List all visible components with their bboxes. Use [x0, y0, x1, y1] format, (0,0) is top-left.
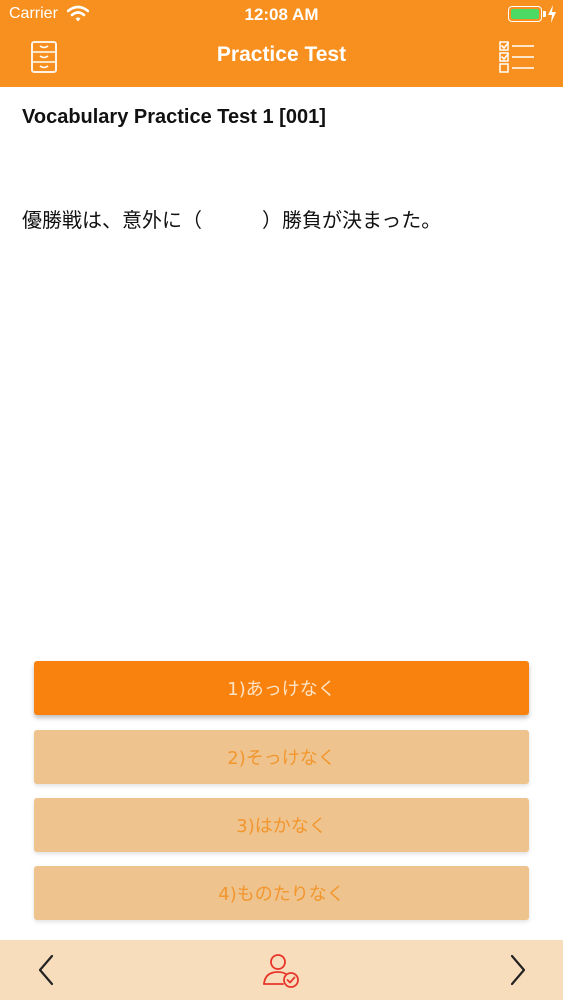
- test-title: Vocabulary Practice Test 1 [001]: [22, 106, 326, 128]
- chevron-right-icon: [510, 954, 526, 986]
- chevron-left-icon: [38, 954, 54, 986]
- bottom-toolbar: [0, 940, 563, 1000]
- user-check-button[interactable]: [258, 940, 304, 1000]
- answer-option-1[interactable]: 1)あっけなく: [34, 661, 529, 715]
- checklist-button[interactable]: [497, 36, 537, 78]
- answer-option-3[interactable]: 3)はかなく: [34, 798, 529, 852]
- status-bar: Carrier 12:08 AM: [0, 0, 563, 30]
- checklist-icon: [499, 41, 534, 73]
- previous-button[interactable]: [26, 940, 66, 1000]
- charging-bolt-icon: [548, 5, 556, 23]
- next-button[interactable]: [498, 940, 538, 1000]
- answer-option-2[interactable]: 2)そっけなく: [34, 730, 529, 784]
- page-title: Practice Test: [216, 43, 347, 66]
- status-time: 12:08 AM: [244, 5, 319, 24]
- question-text: 優勝戦は、意外に（ ）勝負が決まった。: [22, 208, 442, 232]
- battery-icon: [508, 6, 542, 22]
- navigation-header: Carrier 12:08 AM Practice Test: [0, 0, 563, 87]
- user-check-icon: [263, 954, 299, 988]
- answer-option-4[interactable]: 4)ものたりなく: [34, 866, 529, 920]
